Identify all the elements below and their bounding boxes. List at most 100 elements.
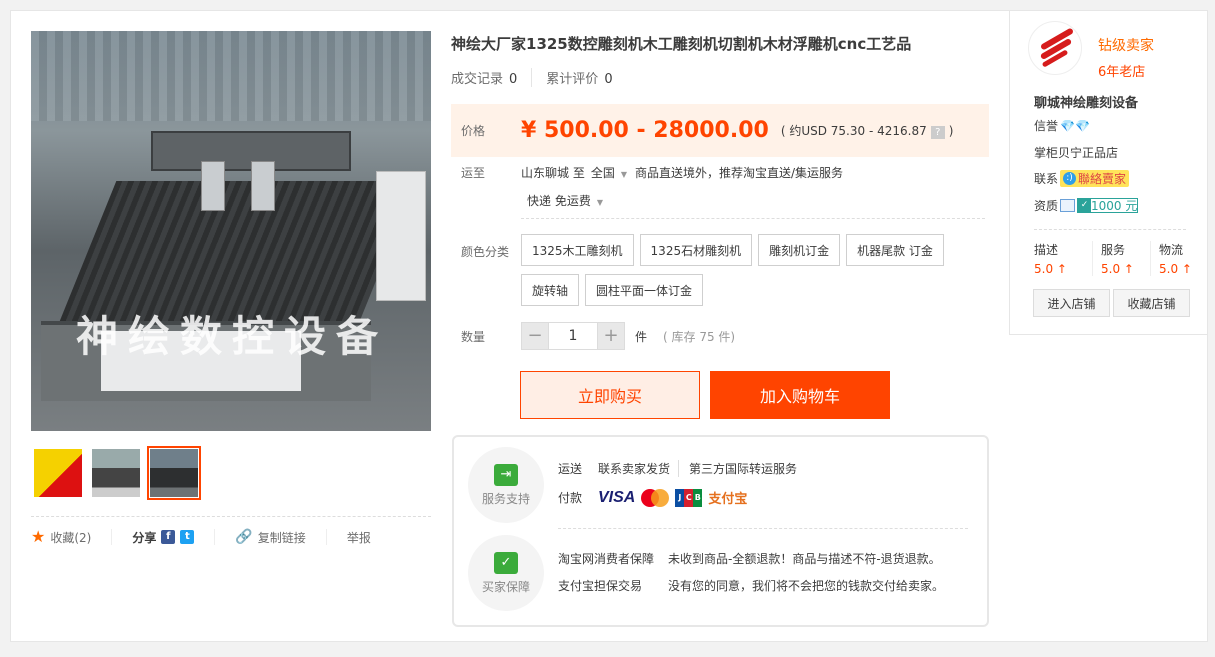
copy-link-button[interactable]: 🔗 复制链接: [235, 529, 327, 545]
license-icon[interactable]: [1060, 199, 1076, 212]
qualification-row: 资质 ✓ 1000 元: [1034, 197, 1139, 214]
seller-level: 钻级卖家: [1098, 38, 1154, 54]
add-to-cart-button[interactable]: 加入购物车: [710, 371, 890, 419]
stat-label: 成交记录: [451, 72, 504, 87]
credit-row: 信誉 💎💎: [1034, 117, 1090, 134]
price-range: ¥ 500.00 - 28000.00: [521, 118, 769, 143]
payment-key: 付款: [558, 491, 583, 505]
score-name: 服务: [1101, 243, 1126, 257]
score-name: 物流: [1159, 243, 1184, 257]
destination-select[interactable]: 全国 ▼: [591, 164, 635, 181]
divider: [1034, 229, 1186, 230]
payment-methods: VISA JCB 支付宝: [598, 488, 747, 507]
sku-option[interactable]: 旋转轴: [521, 274, 580, 306]
shipping-origin: 山东聊城 至: [521, 166, 585, 180]
facebook-icon[interactable]: f: [161, 530, 176, 544]
enter-shop-button[interactable]: 进入店铺: [1033, 289, 1110, 317]
service-support-badge: ⇥ 服务支持: [468, 447, 544, 523]
report-link[interactable]: 举报: [347, 529, 391, 545]
thumbnail-3[interactable]: [147, 446, 201, 500]
keeper-name: 掌柜贝宁正品店: [1034, 146, 1119, 160]
service-support-label: 服务支持: [481, 491, 530, 506]
chat-icon: :): [1063, 172, 1077, 185]
contact-seller-button[interactable]: :) 聯絡賣家: [1060, 170, 1130, 187]
contact-seller-ship[interactable]: 联系卖家发货: [598, 460, 680, 477]
share-group: 分享 f t: [132, 529, 216, 545]
gallery-actions: ★ 收藏(2) 分享 f t 🔗 复制链接 举报: [31, 516, 431, 545]
shipping-key: 运送: [558, 462, 583, 476]
express-value: 快递 免运费: [527, 194, 591, 208]
sku-option[interactable]: 机器尾款 订金: [846, 234, 944, 266]
score-service: 服务 5.0 ↑: [1092, 241, 1150, 276]
divider: [558, 528, 968, 529]
third-party-service[interactable]: 第三方国际转运服务: [689, 460, 805, 477]
deposit-badge[interactable]: ✓ 1000 元: [1077, 198, 1139, 213]
shipping-service-row: 运送 联系卖家发货 第三方国际转运服务: [558, 460, 815, 477]
thumbnail-strip: [31, 446, 201, 500]
price-box: 价格 ¥ 500.00 - 28000.00 ( 约USD 75.30 - 42…: [451, 104, 989, 157]
guarantee-row: 支付宝担保交易 没有您的同意，我们将不会把您的钱款交付给卖家。: [558, 577, 944, 594]
sku-option[interactable]: 圆柱平面一体订金: [585, 274, 704, 306]
destination-value: 全国: [590, 166, 615, 180]
stat-value: 0: [604, 72, 613, 87]
shop-logo[interactable]: [1028, 21, 1082, 75]
sku-option[interactable]: 1325石材雕刻机: [639, 234, 753, 266]
buy-now-button[interactable]: 立即购买: [520, 371, 700, 419]
guarantee-key[interactable]: 淘宝网消费者保障: [558, 550, 668, 567]
thumbnail-1[interactable]: [31, 446, 85, 500]
sku-option[interactable]: 1325木工雕刻机: [521, 234, 634, 266]
stock-count: ( 库存 75 件): [663, 329, 736, 344]
quantity-label: 数量: [461, 329, 486, 344]
mastercard-icon: [641, 488, 670, 507]
seller-panel: 钻级卖家 6年老店 聊城神绘雕刻设备 信誉 💎💎 掌柜贝宁正品店 联系 :) 聯絡…: [1009, 11, 1208, 335]
guarantee-row: 淘宝网消费者保障 未收到商品-全额退款！商品与描述不符-退货退款。: [558, 550, 941, 567]
product-title: 神绘大厂家1325数控雕刻机木工雕刻机切割机木材浮雕机cnc工艺品: [451, 35, 912, 53]
color-row: 颜色分类: [451, 243, 521, 260]
score-name: 描述: [1034, 243, 1059, 257]
quantity-unit: 件: [635, 329, 648, 344]
image-spindle: [251, 161, 275, 211]
twitter-icon[interactable]: t: [180, 530, 195, 544]
chevron-down-icon: ▼: [620, 170, 627, 179]
favorite-label: 收藏(2): [50, 530, 92, 545]
link-icon: 🔗: [235, 529, 253, 545]
copy-link-label: 复制链接: [257, 530, 306, 545]
buyer-protection-badge: ✓ 买家保障: [468, 535, 544, 611]
visa-logo: VISA: [598, 488, 636, 506]
price-label: 价格: [461, 124, 486, 138]
divider: [521, 218, 985, 219]
alipay-logo: 支付宝: [708, 492, 748, 507]
express-select[interactable]: 快递 免运费 ▼: [527, 192, 611, 209]
sku-options: 1325木工雕刻机 1325石材雕刻机 雕刻机订金 机器尾款 订金 旋转轴 圆柱…: [521, 234, 951, 306]
guarantee-key[interactable]: 支付宝担保交易: [558, 577, 668, 594]
usd-price: ( 约USD 75.30 - 4216.87?): [780, 122, 953, 139]
favorite-shop-button[interactable]: 收藏店铺: [1113, 289, 1190, 317]
score-value: 5.0 ↑: [1101, 262, 1134, 276]
stat-reviews[interactable]: 累计评价 0: [546, 68, 626, 87]
sku-option[interactable]: 雕刻机订金: [758, 234, 841, 266]
contact-button-label: 聯絡賣家: [1078, 172, 1127, 186]
star-icon: ★: [31, 527, 46, 546]
product-card: 神绘数控设备 ★ 收藏(2) 分享 f t 🔗 复制链接 举报 神绘大厂家132…: [10, 10, 1208, 642]
jcb-logo: JCB: [675, 488, 703, 507]
stat-transactions[interactable]: 成交记录 0: [451, 68, 533, 87]
buyer-protection-label: 买家保障: [481, 579, 530, 594]
favorite-button[interactable]: ★ 收藏(2): [31, 527, 113, 546]
increment-button[interactable]: +: [598, 323, 624, 349]
decrement-button[interactable]: −: [522, 323, 548, 349]
main-product-image[interactable]: 神绘数控设备: [31, 31, 431, 431]
credit-label: 信誉: [1034, 119, 1059, 133]
shop-age: 6年老店: [1098, 65, 1146, 80]
shop-name[interactable]: 聊城神绘雕刻设备: [1034, 92, 1138, 111]
usd-range: ( 约USD 75.30 - 4216.87: [780, 124, 927, 138]
thumbnail-2[interactable]: [89, 446, 143, 500]
quantity-input[interactable]: 1: [548, 323, 598, 349]
service-panel: ⇥ 服务支持 运送 联系卖家发货 第三方国际转运服务 付款 VISA JCB 支…: [452, 435, 989, 627]
diamond-icon: 💎💎: [1060, 118, 1090, 133]
shipping-label: 运至: [461, 166, 486, 180]
help-icon[interactable]: ?: [930, 126, 945, 139]
shield-icon: ✓: [1078, 199, 1092, 212]
score-value: 5.0 ↑: [1034, 262, 1067, 276]
image-watermark: 神绘数控设备: [76, 312, 389, 361]
score-value: 5.0 ↑: [1159, 262, 1192, 276]
